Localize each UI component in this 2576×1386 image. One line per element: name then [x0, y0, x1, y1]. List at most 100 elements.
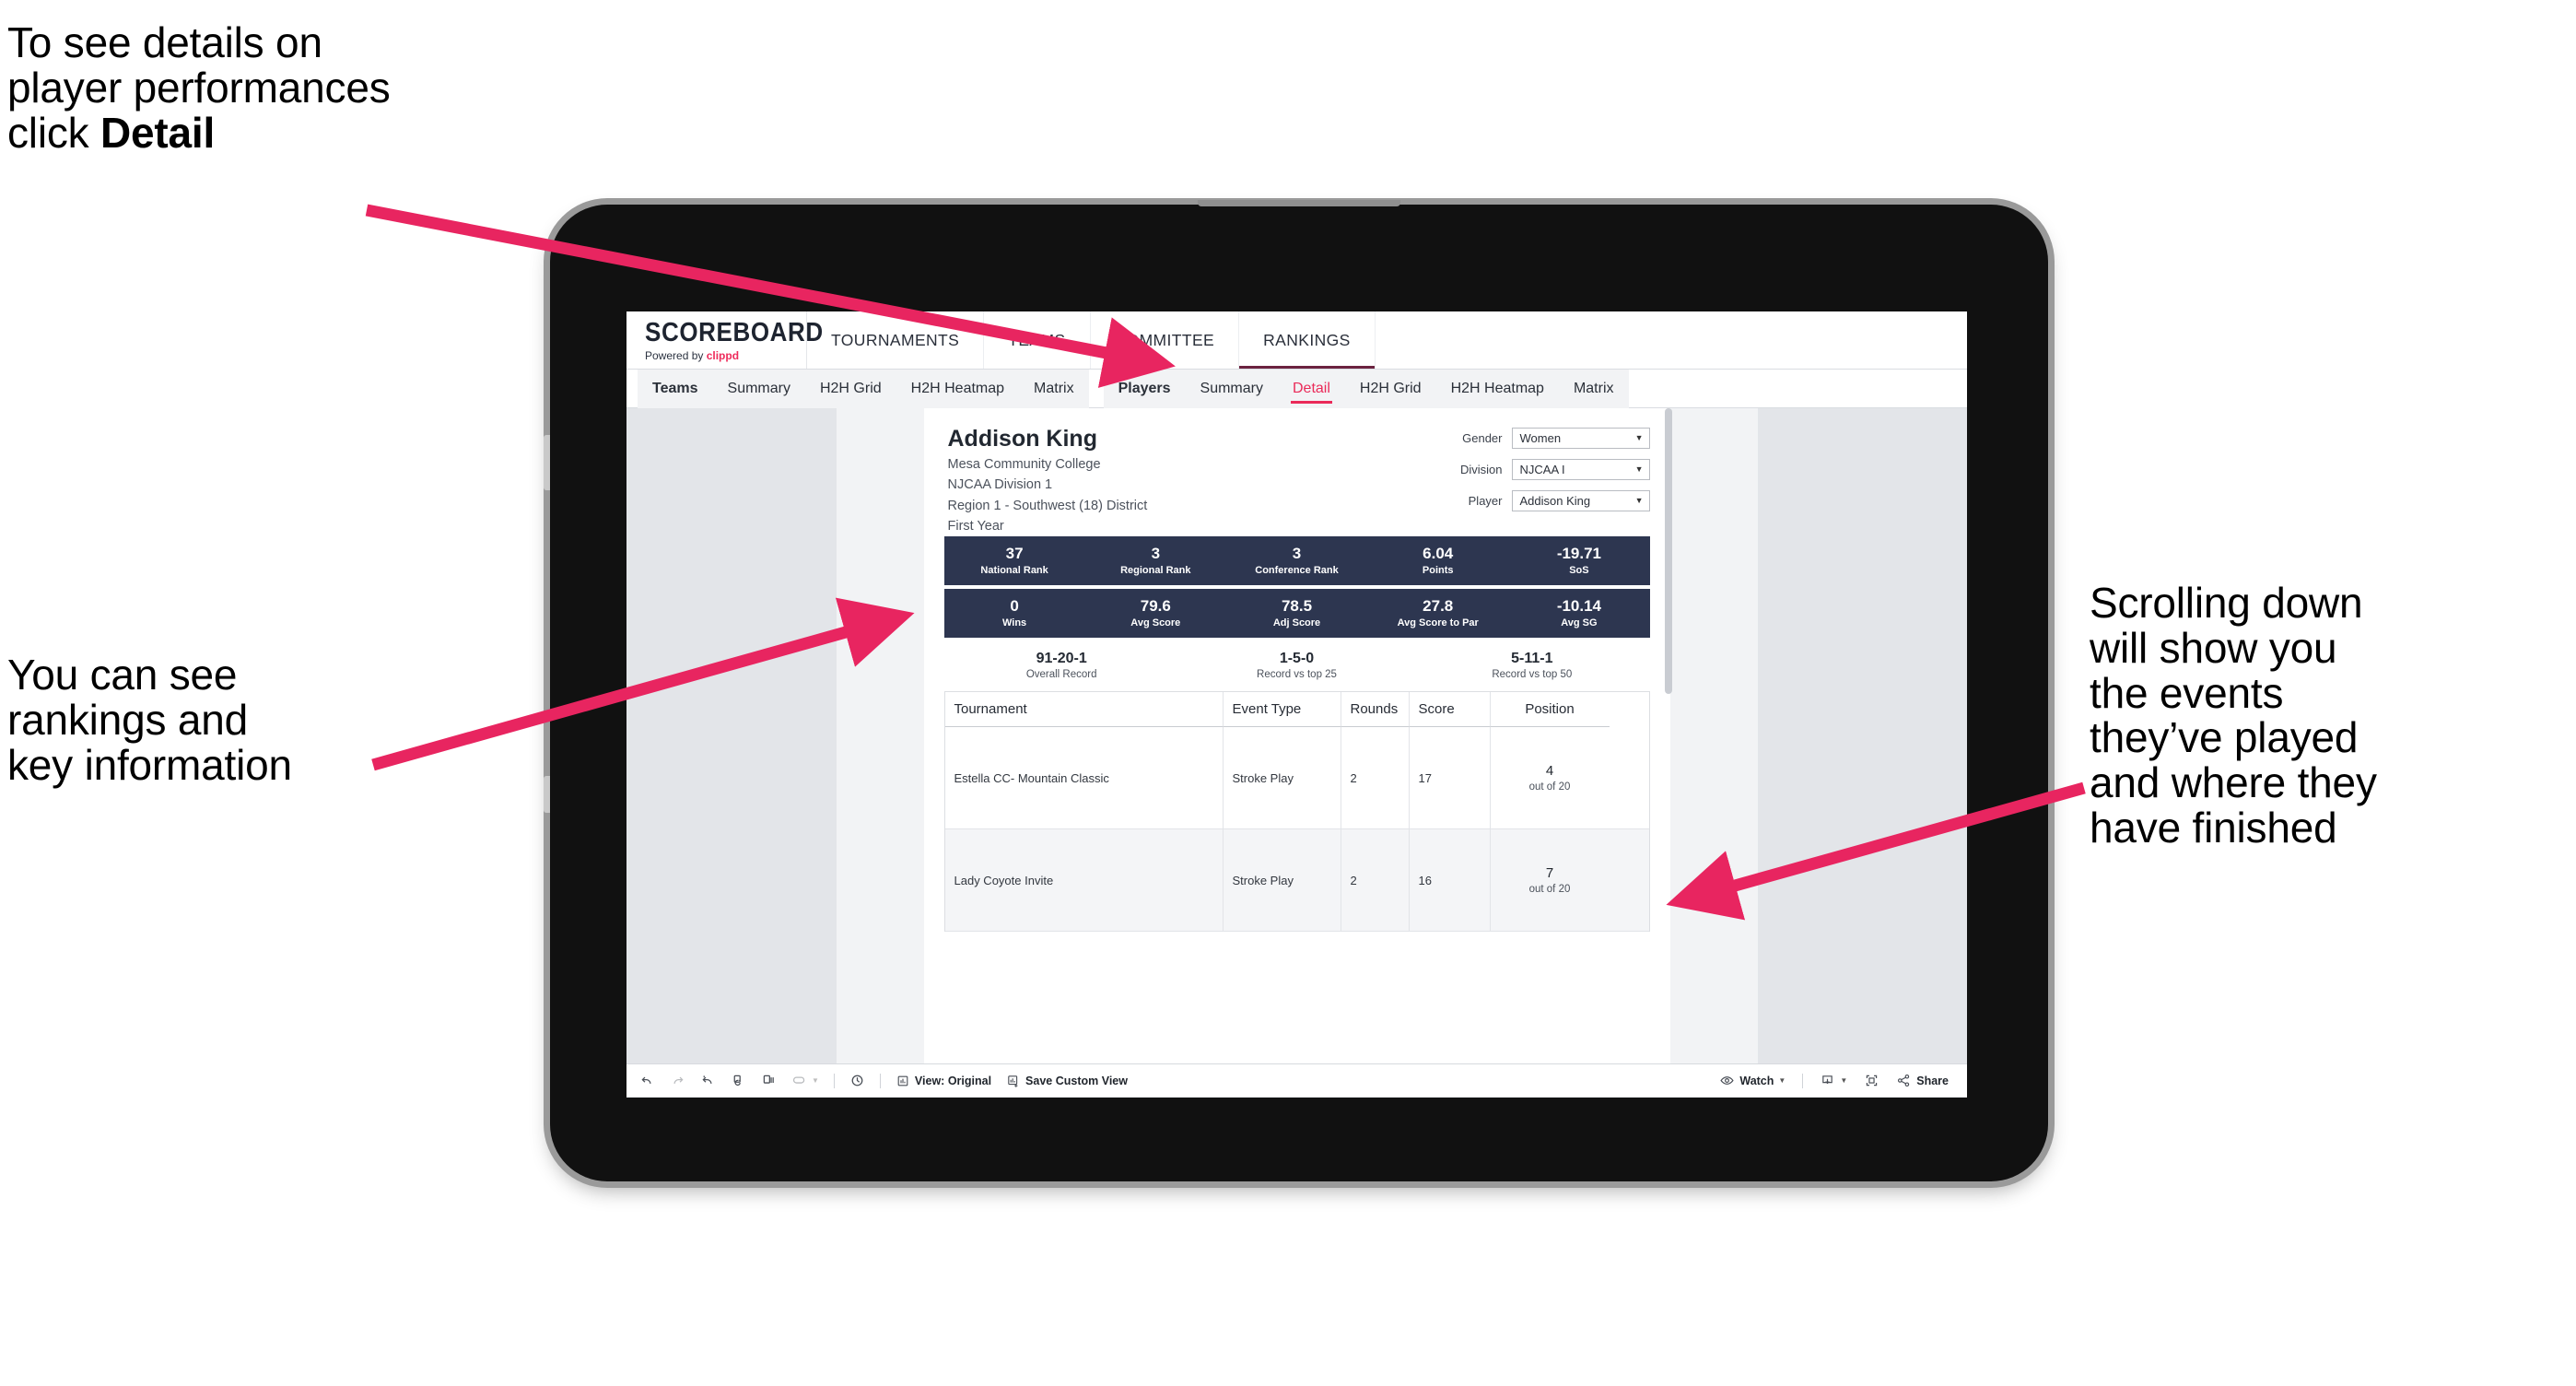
- pause-clock-icon[interactable]: [849, 1073, 865, 1088]
- brand-logo[interactable]: SCOREBOARD Powered by clippd: [626, 311, 824, 369]
- cell-rounds: 2: [1341, 829, 1410, 932]
- record-vs-top-25: 1-5-0 Record vs top 25: [1179, 651, 1414, 681]
- tab-group-label-teams: Teams: [652, 380, 698, 396]
- player-division: NJCAA Division 1: [947, 477, 1053, 493]
- stat-regional-rank: 3 Regional Rank: [1085, 545, 1226, 576]
- stat-adj-score-value: 78.5: [1281, 596, 1313, 615]
- toolbar-divider: [879, 1073, 881, 1088]
- table-row[interactable]: Lady Coyote Invite Stroke Play 2 16 7 ou…: [944, 829, 1649, 933]
- chevron-down-icon: ▼: [812, 1076, 819, 1085]
- filter-division-value: NJCAA I: [1519, 463, 1565, 476]
- stat-national-rank: 37 National Rank: [944, 545, 1085, 576]
- tab-players-matrix[interactable]: Matrix: [1559, 370, 1629, 408]
- share-label: Share: [1916, 1074, 1949, 1087]
- table-row[interactable]: Estella CC- Mountain Classic Stroke Play…: [944, 727, 1649, 830]
- app-header: SCOREBOARD Powered by clippd TOURNAMENTS…: [626, 311, 1967, 370]
- view-original-button[interactable]: View: Original: [896, 1074, 991, 1088]
- stat-points: 6.04 Points: [1367, 545, 1508, 576]
- save-custom-view-label: Save Custom View: [1025, 1074, 1128, 1087]
- records-row: 91-20-1 Overall Record 1-5-0 Record vs t…: [944, 638, 1650, 692]
- annotation-top-left-line3-prefix: click: [7, 108, 101, 157]
- stat-wins: 0 Wins: [944, 597, 1085, 628]
- tab-teams-h2h-heatmap[interactable]: H2H Heatmap: [896, 370, 1019, 408]
- revert-icon[interactable]: [700, 1073, 716, 1088]
- brand-clippd: clippd: [706, 348, 740, 362]
- tab-teams-matrix[interactable]: Matrix: [1019, 370, 1089, 408]
- download-icon[interactable]: ▼: [1820, 1073, 1847, 1088]
- record-vs-top-25-label: Record vs top 25: [1257, 669, 1337, 681]
- stat-conference-rank-label: Conference Rank: [1255, 564, 1339, 576]
- chevron-down-icon: ▼: [1634, 496, 1644, 505]
- toolbar-left-group: ▼ View: Original Save Custom View: [639, 1073, 1128, 1088]
- tab-teams-h2h-grid[interactable]: H2H Grid: [805, 370, 896, 408]
- annotation-mid-left-line3: key information: [7, 740, 292, 789]
- record-overall-value: 91-20-1: [1036, 650, 1087, 666]
- tablet-screen: SCOREBOARD Powered by clippd TOURNAMENTS…: [626, 311, 1967, 1098]
- stat-avg-sg: -10.14 Avg SG: [1508, 597, 1649, 628]
- tab-group-players: Players Summary Detail H2H Grid H2H Heat…: [1103, 369, 1629, 408]
- nav-item-committee[interactable]: COMMITTEE: [1091, 311, 1240, 369]
- col-header-score[interactable]: Score: [1409, 692, 1491, 728]
- annotation-top-left-line3-bold: Detail: [100, 108, 216, 157]
- stat-adj-score-label: Adj Score: [1272, 617, 1321, 628]
- toolbar-right-group: Watch ▼ ▼ Share: [1719, 1073, 1954, 1088]
- save-custom-view-button[interactable]: Save Custom View: [1006, 1074, 1128, 1088]
- tournaments-table: Tournament Event Type Rounds Score Posit…: [943, 691, 1650, 933]
- redo-icon[interactable]: [670, 1073, 685, 1088]
- record-overall: 91-20-1 Overall Record: [944, 651, 1179, 681]
- player-name: Addison King: [947, 426, 1097, 452]
- stat-regional-rank-label: Regional Rank: [1120, 564, 1191, 576]
- annotation-mid-left-line1: You can see: [7, 651, 238, 699]
- col-header-rounds[interactable]: Rounds: [1341, 692, 1410, 728]
- player-identity-row: Addison King Mesa Community College NJCA…: [924, 425, 1670, 536]
- tab-teams-summary[interactable]: Summary: [713, 370, 805, 408]
- share-button[interactable]: Share: [1896, 1073, 1949, 1088]
- record-vs-top-50-label: Record vs top 50: [1492, 669, 1573, 681]
- filter-division: Division NJCAA I ▼: [1460, 459, 1650, 480]
- stat-avg-sg-label: Avg SG: [1561, 617, 1598, 628]
- bottom-toolbar: ▼ View: Original Save Custom View Watch …: [626, 1063, 1967, 1097]
- stat-avg-score-to-par-label: Avg Score to Par: [1397, 617, 1479, 628]
- watch-button[interactable]: Watch ▼: [1719, 1073, 1786, 1088]
- tab-players-h2h-grid[interactable]: H2H Grid: [1345, 370, 1436, 408]
- col-header-event-type[interactable]: Event Type: [1223, 692, 1341, 728]
- annotation-top-left-line2: player performances: [7, 63, 391, 112]
- top-nav: TOURNAMENTS TEAMS COMMITTEE RANKINGS: [807, 311, 1376, 369]
- undo-icon[interactable]: [639, 1073, 655, 1088]
- tab-players-h2h-heatmap[interactable]: H2H Heatmap: [1436, 370, 1559, 408]
- tab-players-detail[interactable]: Detail: [1278, 370, 1345, 408]
- fullscreen-icon[interactable]: [1864, 1073, 1879, 1088]
- sub-tab-bar: Teams Summary H2H Grid H2H Heatmap Matri…: [626, 369, 1967, 408]
- stat-avg-score: 79.6 Avg Score: [1085, 597, 1226, 628]
- filter-division-select[interactable]: NJCAA I ▼: [1511, 459, 1650, 480]
- stat-adj-score: 78.5 Adj Score: [1226, 596, 1367, 628]
- cell-score: 17: [1410, 727, 1491, 829]
- player-detail-card: Addison King Mesa Community College NJCA…: [923, 408, 1672, 1063]
- annotation-mid-left: You can see rankings and key information: [7, 652, 486, 787]
- annotation-top-left: To see details on player performances cl…: [7, 20, 615, 155]
- player-identity: Addison King Mesa Community College NJCA…: [948, 425, 1148, 536]
- brand-name: SCOREBOARD: [645, 315, 824, 347]
- annotation-right-line5: and where they: [2090, 758, 2377, 806]
- col-header-position[interactable]: Position: [1490, 692, 1610, 728]
- nav-item-tournaments[interactable]: TOURNAMENTS: [807, 311, 985, 369]
- view-original-label: View: Original: [914, 1074, 992, 1087]
- tab-players-summary[interactable]: Summary: [1186, 370, 1278, 408]
- filter-panel: Gender Women ▼ Division NJCAA I ▼ Player…: [1460, 425, 1650, 536]
- tab-group-teams: Teams Summary H2H Grid H2H Heatmap Matri…: [638, 369, 1089, 408]
- col-header-tournament[interactable]: Tournament: [944, 692, 1224, 728]
- nav-item-rankings[interactable]: RANKINGS: [1239, 311, 1376, 369]
- filter-player-select[interactable]: Addison King ▼: [1511, 490, 1650, 511]
- watch-label: Watch: [1739, 1074, 1774, 1087]
- refresh-icon[interactable]: [731, 1073, 746, 1088]
- filter-gender-select[interactable]: Women ▼: [1511, 428, 1650, 449]
- vertical-scrollbar[interactable]: [1664, 408, 1672, 694]
- annotation-top-left-line3: click Detail: [7, 108, 615, 157]
- cell-tournament: Lady Coyote Invite: [945, 829, 1224, 932]
- nav-item-teams[interactable]: TEAMS: [984, 311, 1091, 369]
- pause-auto-update-icon[interactable]: [761, 1073, 777, 1088]
- stat-national-rank-label: National Rank: [980, 564, 1048, 576]
- loop-icon[interactable]: ▼: [791, 1073, 819, 1088]
- annotation-right-line2: will show you: [2090, 623, 2337, 672]
- chevron-down-icon: ▼: [1840, 1076, 1848, 1085]
